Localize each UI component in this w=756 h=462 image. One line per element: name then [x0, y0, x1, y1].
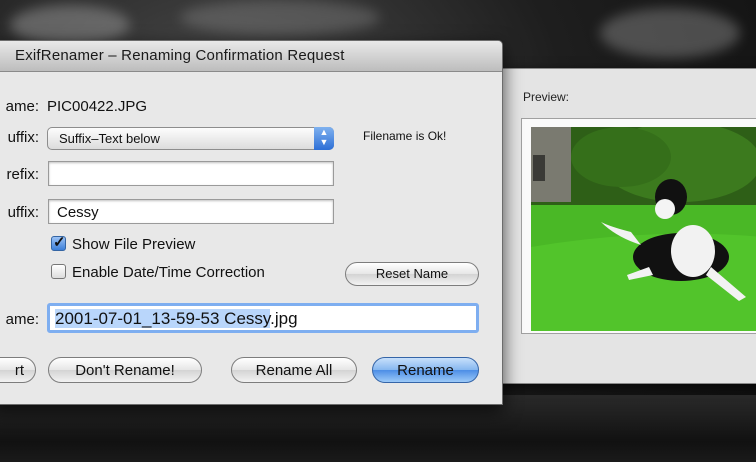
preview-window: Preview: [500, 68, 756, 384]
background-cloud [180, 0, 380, 35]
suffix-mode-value: Suffix–Text below [59, 131, 160, 146]
background-ground [0, 395, 756, 462]
reset-name-button[interactable]: Reset Name [345, 262, 479, 286]
date-correction-checkbox[interactable] [51, 264, 66, 279]
abort-button[interactable]: rt [0, 357, 36, 383]
new-filename-text: 2001-07-01_13-59-53 Cessy.jpg [52, 307, 474, 329]
show-preview-checkbox[interactable]: ✓ [51, 234, 66, 251]
filename-status: Filename is Ok! [363, 129, 447, 143]
name-label: ame: [5, 98, 39, 115]
rename-button[interactable]: Rename [372, 357, 479, 383]
dialog-title: ExifRenamer – Renaming Confirmation Requ… [15, 47, 345, 64]
show-preview-label[interactable]: Show File Preview [72, 236, 195, 253]
dont-rename-button[interactable]: Don't Rename! [48, 357, 202, 383]
new-filename-extension: .jpg [270, 309, 298, 328]
date-correction-label[interactable]: Enable Date/Time Correction [72, 264, 265, 281]
suffix-mode-select[interactable]: Suffix–Text below ▲ ▼ [47, 127, 334, 150]
checkmark-icon: ✓ [53, 234, 66, 251]
background-cloud [10, 5, 130, 45]
new-filename-selected: 2001-07-01_13-59-53 Cessy [55, 309, 271, 328]
background-cloud [600, 8, 740, 58]
select-arrows-icon: ▲ ▼ [314, 127, 334, 150]
new-filename-input[interactable]: 2001-07-01_13-59-53 Cessy.jpg [47, 303, 479, 333]
prefix-input[interactable] [48, 161, 334, 186]
new-name-label: ame: [5, 311, 39, 328]
suffix-label: uffix: [7, 204, 39, 221]
preview-image [531, 127, 756, 331]
title-bar[interactable]: ExifRenamer – Renaming Confirmation Requ… [0, 41, 502, 72]
suffix-mode-label: uffix: [7, 129, 39, 146]
suffix-input[interactable]: Cessy [48, 199, 334, 224]
original-filename: PIC00422.JPG [47, 98, 148, 115]
rename-all-button[interactable]: Rename All [231, 357, 357, 383]
prefix-label: refix: [6, 166, 39, 183]
renaming-dialog: ExifRenamer – Renaming Confirmation Requ… [0, 40, 503, 405]
preview-frame [521, 118, 756, 334]
preview-label: Preview: [523, 90, 570, 104]
